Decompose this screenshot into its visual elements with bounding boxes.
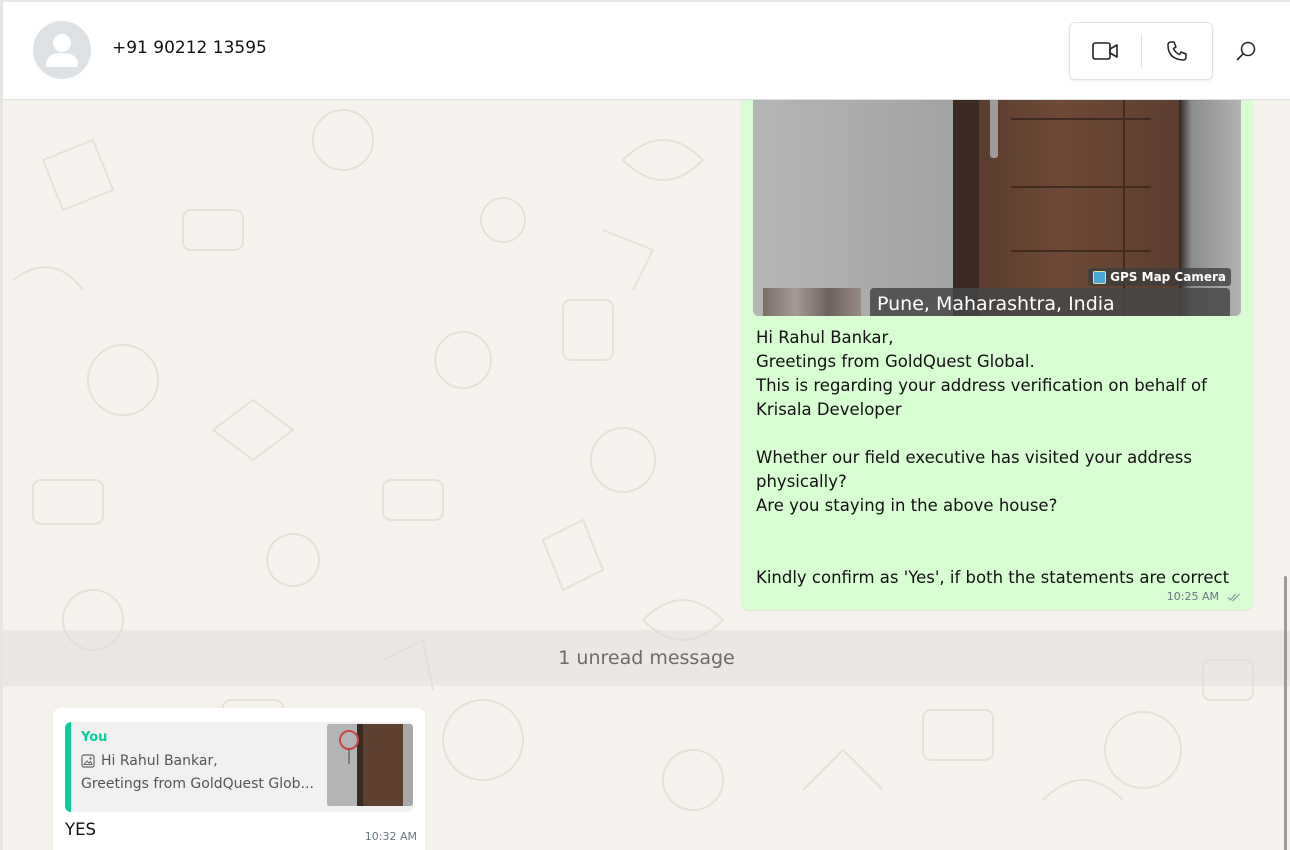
voice-call-button[interactable]	[1142, 23, 1213, 79]
unread-messages-banner: 1 unread message	[3, 630, 1290, 686]
unread-count-text: 1 unread message	[558, 647, 735, 669]
photo-door-panel-line	[1011, 250, 1151, 252]
quoted-message[interactable]: You Hi Rahul Bankar, Greetings from Gold…	[65, 722, 413, 812]
message-line	[756, 422, 1246, 446]
message-line: physically?	[756, 472, 847, 491]
photo-door-frame	[953, 100, 979, 316]
message-line	[756, 542, 1246, 566]
message-line: Krisala Developer	[756, 400, 902, 419]
call-button-group	[1069, 22, 1213, 80]
incoming-message-bubble[interactable]: You Hi Rahul Bankar, Greetings from Gold…	[53, 708, 425, 850]
incoming-message-time: 10:32 AM	[364, 830, 417, 843]
message-time: 10:25 AM	[1166, 590, 1219, 603]
app-window: +91 90212 13595 GPS Map Camera Pune, Mah…	[0, 0, 1290, 850]
contact-avatar[interactable]	[33, 21, 91, 79]
message-line: Hi Rahul Bankar,	[756, 328, 894, 347]
photo-door-handle	[990, 100, 998, 158]
message-photo[interactable]: GPS Map Camera Pune, Maharashtra, India	[753, 100, 1241, 316]
outgoing-message-meta: 10:25 AM	[1167, 590, 1241, 603]
gps-camera-logo-icon	[1093, 270, 1107, 284]
conversation-scrollbar[interactable]	[1284, 576, 1287, 850]
message-line: Are you staying in the above house?	[756, 496, 1058, 515]
video-camera-icon	[1092, 42, 1119, 60]
gps-tag-label: GPS Map Camera	[1110, 270, 1226, 284]
door-photo-thumbnail	[327, 724, 413, 806]
incoming-message-text: YES	[65, 820, 96, 839]
message-line: Kindly confirm as 'Yes', if both the sta…	[756, 568, 1230, 587]
search-button[interactable]	[1233, 38, 1259, 64]
contact-name[interactable]: +91 90212 13595	[112, 38, 267, 58]
outgoing-message-bubble[interactable]: GPS Map Camera Pune, Maharashtra, India …	[741, 100, 1253, 610]
photo-door-panel-line	[1011, 118, 1151, 120]
video-call-button[interactable]	[1070, 23, 1141, 79]
message-line	[756, 518, 1246, 542]
conversation-panel[interactable]: GPS Map Camera Pune, Maharashtra, India …	[3, 100, 1290, 850]
quote-text-line2: Greetings from GoldQuest Glob...	[81, 776, 314, 792]
photo-door-panel-line	[1011, 186, 1151, 188]
message-line: Greetings from GoldQuest Global.	[756, 352, 1035, 371]
phone-icon	[1167, 41, 1187, 61]
message-line: Whether our field executive has visited …	[756, 448, 1192, 467]
map-thumbnail	[763, 288, 861, 316]
outgoing-message-text: Hi Rahul Bankar, Greetings from GoldQues…	[756, 326, 1246, 590]
location-text: Pune, Maharashtra, India	[877, 293, 1115, 315]
quote-thumbnail	[327, 724, 413, 806]
chat-header: +91 90212 13595	[3, 2, 1290, 100]
quote-author: You	[81, 730, 108, 745]
magnifier-icon	[1236, 41, 1256, 61]
image-icon	[81, 754, 95, 768]
photo-wall	[753, 100, 953, 316]
message-line: This is regarding your address verificat…	[756, 376, 1207, 395]
quote-preview-line: Hi Rahul Bankar,	[81, 753, 218, 769]
gps-map-camera-tag: GPS Map Camera	[1088, 268, 1231, 286]
double-check-icon	[1227, 593, 1240, 601]
person-placeholder-icon	[46, 34, 78, 67]
quote-text-line1: Hi Rahul Bankar,	[101, 753, 218, 769]
